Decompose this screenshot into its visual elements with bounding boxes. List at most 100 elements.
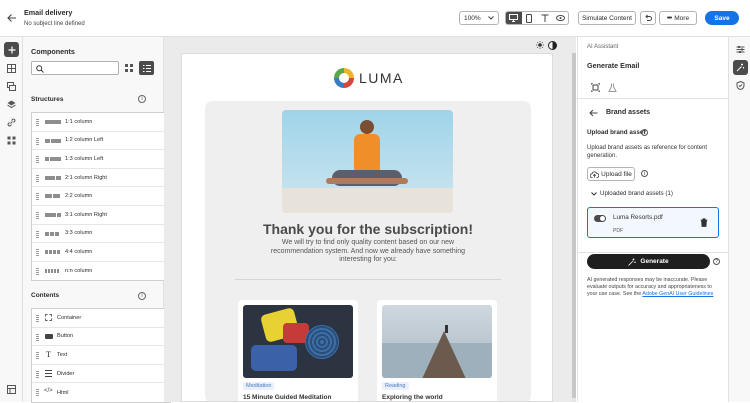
structure-icon (45, 212, 61, 217)
components-panel: Components Structures i 1:1 column 1:2 c… (23, 37, 182, 403)
add-components-button[interactable] (4, 42, 19, 57)
drag-handle-icon[interactable] (36, 119, 39, 126)
structure-label: 3:1 column Right (65, 211, 107, 218)
email-content-block[interactable]: Thank you for the subscription! We will … (205, 101, 531, 401)
preview-button[interactable] (553, 12, 569, 24)
generate-help-icon[interactable]: ? (713, 258, 720, 265)
email-heading: Thank you for the subscription! (262, 221, 473, 237)
contents-title: Contents (31, 292, 60, 299)
file-type: PDF (613, 228, 623, 234)
list-item[interactable]: n:n column (32, 262, 170, 281)
save-button[interactable]: Save (705, 11, 739, 25)
list-item[interactable]: </> Html (32, 383, 170, 402)
components-grid-button[interactable] (4, 133, 19, 148)
uploaded-assets-toggle[interactable]: Uploaded brand assets (1) (591, 190, 673, 197)
list-item[interactable]: Divider (32, 365, 170, 384)
assets-button[interactable] (4, 79, 19, 94)
article-card[interactable]: Meditation 15 Minute Guided Meditation (238, 300, 358, 401)
text-view-button[interactable] (537, 12, 553, 24)
links-button[interactable] (4, 115, 19, 130)
target-icon[interactable] (590, 82, 600, 92)
magic-wand-icon (736, 63, 745, 72)
mountain-card-image (382, 305, 492, 378)
structures-title: Structures (31, 96, 64, 103)
drag-handle-icon[interactable] (36, 137, 39, 145)
guidelines-link[interactable]: Adobe GenAI User Guidelines (642, 291, 713, 297)
grid-view-button[interactable] (123, 62, 135, 74)
structure-label: 4:4 column (65, 248, 93, 255)
desktop-view-button[interactable] (506, 12, 522, 24)
more-button[interactable]: ••• More (659, 11, 697, 25)
file-toggle-switch[interactable] (594, 215, 606, 222)
drag-handle-icon[interactable] (36, 333, 39, 341)
list-item[interactable]: 3:1 column Right (32, 206, 170, 225)
ai-assistant-button[interactable] (733, 60, 748, 75)
content-label: Container (57, 314, 82, 321)
light-mode-icon[interactable] (535, 40, 545, 50)
flask-icon[interactable] (607, 82, 617, 92)
drag-handle-icon[interactable] (36, 315, 39, 322)
undo-button[interactable] (640, 11, 656, 25)
drag-handle-icon[interactable] (36, 193, 39, 201)
structures-info-icon[interactable]: i (138, 95, 146, 103)
fragments-button[interactable] (4, 61, 19, 76)
container-icon (45, 314, 52, 321)
properties-button[interactable] (733, 42, 748, 57)
upload-title: Upload brand asset (587, 129, 646, 136)
help-icon[interactable]: ? (641, 129, 648, 136)
more-dots-icon: ••• (666, 14, 672, 22)
list-item[interactable]: 3:3 column (32, 225, 170, 244)
upload-info-icon[interactable]: i (641, 170, 648, 177)
structure-label: 1:1 column (65, 118, 93, 125)
article-card[interactable]: Reading Exploring the world (377, 300, 497, 401)
back-arrow-icon[interactable] (6, 12, 18, 24)
list-item[interactable]: 2:2 column (32, 187, 170, 206)
desktop-icon (509, 14, 519, 22)
drag-handle-icon[interactable] (36, 389, 39, 397)
list-item[interactable]: 2:1 column Right (32, 169, 170, 188)
drag-handle-icon[interactable] (36, 211, 39, 219)
sliders-icon (736, 46, 745, 53)
drag-handle-icon[interactable] (36, 370, 39, 378)
drag-handle-icon[interactable] (36, 352, 39, 360)
drag-handle-icon[interactable] (36, 249, 39, 257)
dark-mode-icon[interactable] (548, 41, 557, 50)
cloud-upload-icon (590, 171, 600, 178)
settings-bottom-button[interactable] (4, 382, 19, 397)
drag-handle-icon[interactable] (36, 267, 39, 275)
list-view-icon (142, 64, 151, 72)
list-item[interactable]: Button (32, 328, 170, 347)
canvas-scrollbar[interactable] (572, 53, 576, 402)
list-item[interactable]: T Text (32, 346, 170, 365)
structure-icon (45, 231, 59, 236)
generate-button[interactable]: Generate (587, 254, 710, 269)
text-icon (541, 14, 549, 22)
drag-handle-icon[interactable] (36, 230, 39, 238)
list-item[interactable]: 1:3 column Left (32, 150, 170, 169)
drag-handle-icon[interactable] (36, 156, 39, 164)
upload-file-button[interactable]: Upload file (587, 167, 635, 181)
card-title: 15 Minute Guided Meditation (243, 394, 332, 401)
card-title: Exploring the world (382, 394, 443, 401)
zoom-select[interactable]: 100% (459, 11, 499, 25)
mobile-view-button[interactable] (522, 12, 538, 24)
contents-info-icon[interactable]: i (138, 292, 146, 300)
search-input[interactable] (46, 63, 116, 73)
component-search[interactable] (31, 61, 119, 75)
ai-disclaimer: AI generated responses may be inaccurate… (587, 277, 723, 298)
list-item[interactable]: 1:1 column (32, 113, 170, 132)
list-item[interactable]: 4:4 column (32, 243, 170, 262)
brand-check-button[interactable] (733, 78, 748, 93)
simulate-content-button[interactable]: Simulate Content (578, 11, 636, 25)
list-view-button[interactable] (139, 61, 154, 75)
uploaded-file-card[interactable]: Luma Resorts.pdf PDF (587, 207, 719, 238)
list-item[interactable]: 1:2 column Left (32, 132, 170, 151)
grid-icon (7, 136, 16, 145)
drag-handle-icon[interactable] (36, 174, 39, 182)
list-item[interactable]: Container (32, 309, 170, 328)
hero-image (282, 110, 453, 213)
structure-label: 1:3 column Left (65, 155, 104, 162)
delete-file-button[interactable] (700, 218, 710, 228)
back-arrow-icon[interactable] (588, 108, 598, 118)
layers-button[interactable] (4, 97, 19, 112)
